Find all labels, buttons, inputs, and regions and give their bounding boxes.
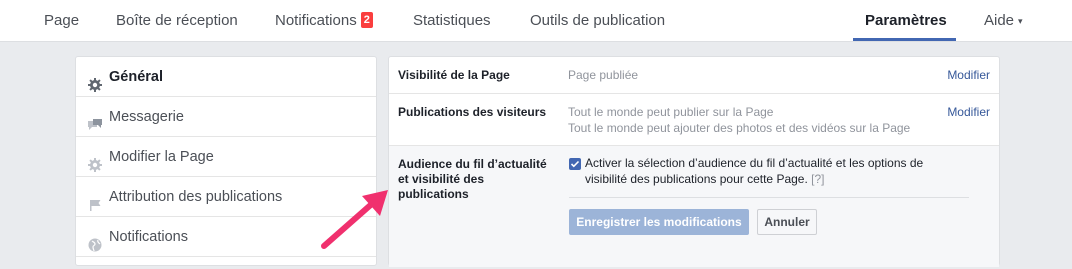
chat-bubbles-icon: [87, 109, 103, 130]
general-settings-panel: Visibilité de la Page Page publiée Modif…: [388, 56, 1000, 267]
save-changes-button[interactable]: Enregistrer les modifications: [569, 209, 749, 235]
nav-tab-notifications[interactable]: Notifications 2: [275, 0, 373, 41]
divider: [569, 197, 969, 198]
nav-tab-inbox[interactable]: Boîte de réception: [116, 0, 238, 41]
active-tab-indicator: [853, 38, 956, 41]
edit-link[interactable]: Modifier: [947, 105, 990, 119]
top-navigation: Page Boîte de réception Notifications 2 S…: [0, 0, 1072, 42]
setting-value: Tout le monde peut ajouter des photos et…: [568, 121, 911, 135]
annotation-arrow-icon: [321, 190, 388, 249]
nav-tab-help[interactable]: Aide ▾: [984, 0, 1023, 41]
setting-label: Visibilité de la Page: [398, 68, 510, 82]
globe-icon: [87, 229, 103, 252]
setting-value: Page publiée: [568, 68, 639, 82]
help-link[interactable]: [?]: [811, 172, 824, 186]
sidebar-item-label: Messagerie: [109, 109, 184, 125]
setting-label: Audience du fil d’actualité et visibilit…: [398, 157, 547, 201]
checkbox-label: Activer la sélection d’audience du fil d…: [585, 156, 924, 186]
setting-row-page-visibility[interactable]: Visibilité de la Page Page publiée Modif…: [389, 57, 999, 94]
chevron-down-icon: ▾: [1018, 16, 1023, 26]
setting-row-visitor-posts[interactable]: Publications des visiteurs Tout le monde…: [389, 94, 999, 146]
edit-link[interactable]: Modifier: [947, 68, 990, 82]
audience-checkbox[interactable]: [569, 158, 581, 170]
nav-tab-page[interactable]: Page: [44, 0, 79, 41]
setting-label: Publications des visiteurs: [398, 105, 547, 119]
sidebar-item-label: Attribution des publications: [109, 189, 283, 205]
nav-tab-publishing-tools[interactable]: Outils de publication: [530, 0, 665, 41]
sidebar-item-label: Notifications: [109, 229, 188, 245]
sidebar-item-edit-page[interactable]: Modifier la Page: [76, 137, 376, 177]
sidebar-item-label: Modifier la Page: [109, 149, 214, 165]
gear-icon: [87, 69, 103, 92]
gear-icon: [87, 149, 103, 172]
notification-count-badge: 2: [360, 12, 373, 28]
setting-value: Tout le monde peut publier sur la Page: [568, 105, 774, 119]
setting-row-news-feed-audience: Audience du fil d’actualité et visibilit…: [389, 146, 999, 267]
nav-tab-insights[interactable]: Statistiques: [413, 0, 491, 41]
cancel-button[interactable]: Annuler: [757, 209, 817, 235]
sidebar-item-label: Général: [109, 69, 163, 85]
nav-tab-settings[interactable]: Paramètres: [865, 0, 947, 41]
flag-icon: [87, 189, 103, 211]
sidebar-item-general[interactable]: Général: [76, 57, 376, 97]
sidebar-item-messaging[interactable]: Messagerie: [76, 97, 376, 137]
